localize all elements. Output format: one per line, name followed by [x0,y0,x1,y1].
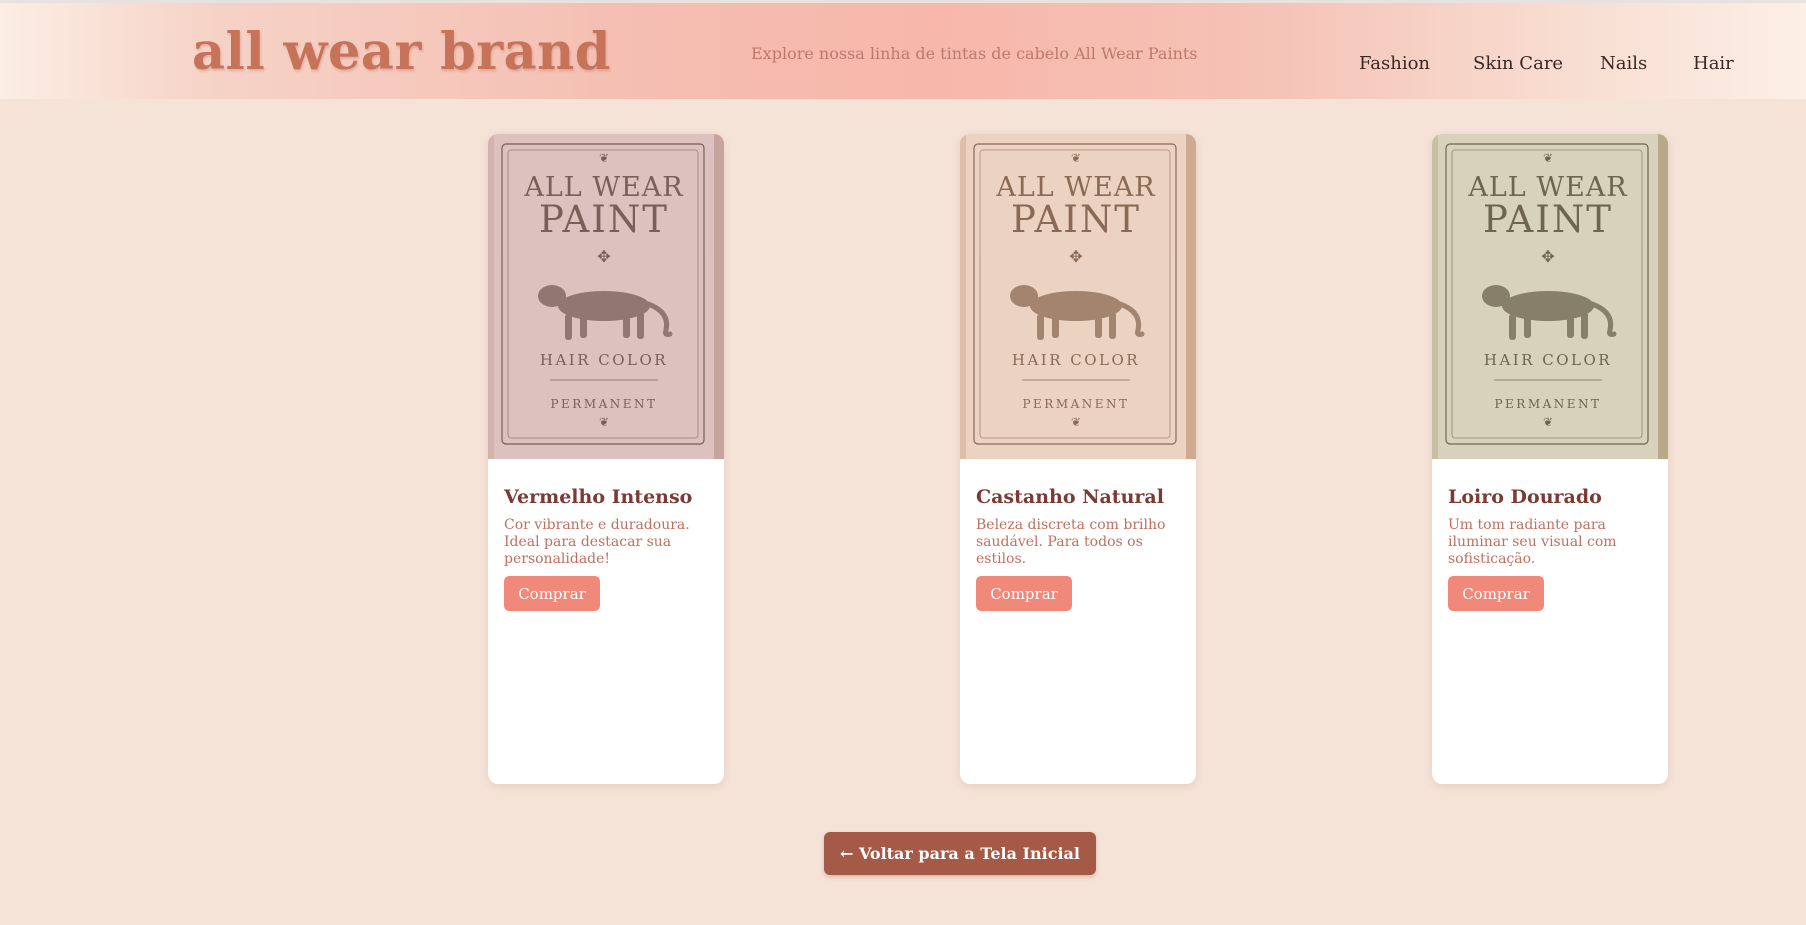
hair-color-box: ALL WEARPAINT✥HAIR COLORPERMANENT❦❦ [488,134,724,459]
svg-text:PERMANENT: PERMANENT [1022,397,1129,411]
product-title: Castanho Natural [976,486,1164,508]
product-image: ALL WEAR PAINT ✥ HAIR COLOR PERMANENT ❦ ❦ [1432,134,1668,459]
svg-text:PERMANENT: PERMANENT [1494,397,1601,411]
product-card: ALL WEAR PAINT ✥ HAIR COLOR PERMANENT ❦ ❦ Cast… [960,134,1196,784]
buy-button[interactable]: Comprar [1448,576,1544,611]
svg-text:❦: ❦ [599,415,609,429]
svg-text:PAINT: PAINT [539,198,669,241]
svg-text:❦: ❦ [1071,415,1081,429]
main-nav: Fashion Skin Care Nails Hair [0,53,1806,77]
site-header: all wear brand Explore nossa linha de ti… [0,3,1806,99]
svg-text:✥: ✥ [597,247,610,266]
hair-color-box: ALL WEARPAINT✥HAIR COLORPERMANENT❦❦ [960,134,1196,459]
svg-text:❦: ❦ [1543,415,1553,429]
svg-text:❦: ❦ [599,151,609,165]
product-image: ALL WEAR PAINT ✥ HAIR COLOR PERMANENT ❦ ❦ [488,134,724,459]
product-card: ALL WEAR PAINT ✥ HAIR COLOR PERMANENT ❦ ❦ Verm… [488,134,724,784]
svg-text:✥: ✥ [1069,247,1082,266]
svg-text:✥: ✥ [1541,247,1554,266]
svg-text:PAINT: PAINT [1011,198,1141,241]
product-description: Beleza discreta com brilho saudável. Par… [976,517,1166,567]
product-title: Vermelho Intenso [504,486,693,508]
nav-link-skin-care[interactable]: Skin Care [1473,53,1563,74]
nav-link-nails[interactable]: Nails [1600,53,1647,74]
svg-text:PAINT: PAINT [1483,198,1613,241]
product-description: Um tom radiante para iluminar seu visual… [1448,517,1617,567]
buy-button[interactable]: Comprar [976,576,1072,611]
svg-text:PERMANENT: PERMANENT [550,397,657,411]
hair-color-box: ALL WEARPAINT✥HAIR COLORPERMANENT❦❦ [1432,134,1668,459]
nav-link-hair[interactable]: Hair [1693,53,1734,74]
svg-text:HAIR COLOR: HAIR COLOR [1012,351,1140,369]
svg-text:HAIR COLOR: HAIR COLOR [1484,351,1612,369]
svg-text:❦: ❦ [1543,151,1553,165]
product-title: Loiro Dourado [1448,486,1602,508]
product-image: ALL WEAR PAINT ✥ HAIR COLOR PERMANENT ❦ ❦ [960,134,1196,459]
buy-button[interactable]: Comprar [504,576,600,611]
nav-link-fashion[interactable]: Fashion [1359,53,1430,74]
product-card: ALL WEAR PAINT ✥ HAIR COLOR PERMANENT ❦ ❦ Loir… [1432,134,1668,784]
product-description: Cor vibrante e duradoura. Ideal para des… [504,517,690,567]
svg-text:❦: ❦ [1071,151,1081,165]
svg-text:HAIR COLOR: HAIR COLOR [540,351,668,369]
back-to-home-button[interactable]: ← Voltar para a Tela Inicial [824,832,1096,875]
